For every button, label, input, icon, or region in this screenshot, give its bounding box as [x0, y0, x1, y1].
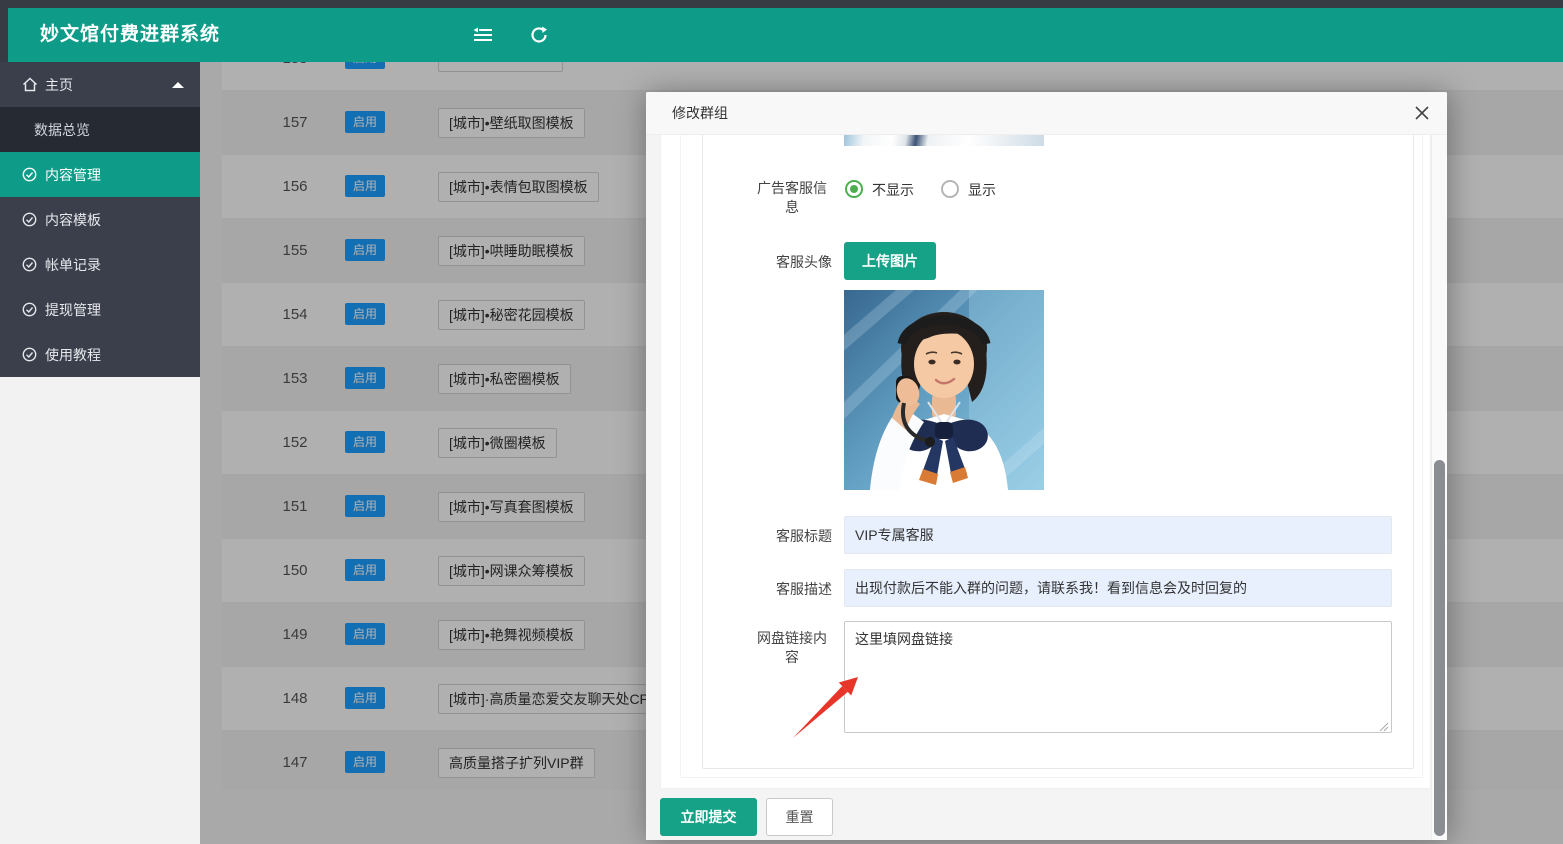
- modal-title-bar: 修改群组: [646, 92, 1447, 135]
- sidebar-item-label: 提现管理: [45, 300, 101, 320]
- home-icon: [22, 77, 38, 93]
- netdisk-label: 网盘链接内容: [752, 629, 832, 667]
- sidebar-item-withdrawal-management[interactable]: 提现管理: [0, 287, 200, 332]
- ad-service-label: 广告客服信息: [752, 179, 832, 217]
- window-left-frame: [0, 0, 8, 62]
- service-avatar-image: [844, 290, 1044, 490]
- service-desc-label: 客服描述: [752, 580, 832, 599]
- header-icons: [472, 25, 550, 45]
- sidebar-item-content-management[interactable]: 内容管理: [0, 152, 200, 197]
- sidebar-item-content-template[interactable]: 内容模板: [0, 197, 200, 242]
- previous-image-sliver: [844, 135, 1044, 146]
- circle-check-icon: [22, 167, 38, 183]
- reset-button[interactable]: 重置: [766, 798, 833, 836]
- circle-check-icon: [22, 347, 38, 363]
- upload-image-button[interactable]: 上传图片: [844, 242, 936, 280]
- service-desc-input[interactable]: [844, 569, 1392, 607]
- sidebar-item-data-overview[interactable]: 数据总览: [0, 107, 200, 152]
- sidebar: 主页数据总览内容管理内容模板帐单记录提现管理使用教程: [0, 62, 200, 377]
- modal-edit-group: 修改群组 广告客服信息 不显示 显示 客服头像 上传图片: [646, 92, 1447, 840]
- caret-up-icon: [172, 82, 184, 88]
- modal-scrollbar[interactable]: [1431, 135, 1447, 840]
- modal-scrollbar-thumb[interactable]: [1434, 460, 1445, 836]
- sidebar-item-home[interactable]: 主页: [0, 62, 200, 107]
- close-icon[interactable]: [1413, 104, 1431, 122]
- netdisk-textarea[interactable]: 这里填网盘链接: [844, 621, 1392, 733]
- sidebar-item-label: 使用教程: [45, 345, 101, 365]
- circle-check-icon: [22, 302, 38, 318]
- circle-check-icon: [22, 212, 38, 228]
- service-title-label: 客服标题: [752, 527, 832, 546]
- window-top-frame: [0, 0, 1563, 8]
- radio-hide[interactable]: [845, 180, 863, 198]
- modal-body: 广告客服信息 不显示 显示 客服头像 上传图片: [646, 135, 1447, 840]
- sidebar-item-bill-records[interactable]: 帐单记录: [0, 242, 200, 287]
- collapse-menu-icon[interactable]: [472, 25, 494, 45]
- radio-hide-label[interactable]: 不显示: [872, 181, 914, 199]
- sidebar-item-label: 数据总览: [34, 120, 90, 140]
- service-title-input[interactable]: [844, 516, 1392, 554]
- app-header: 妙文馆付费进群系统: [8, 8, 1563, 62]
- avatar-label: 客服头像: [752, 253, 832, 272]
- sidebar-item-label: 主页: [45, 75, 73, 95]
- modal-title: 修改群组: [672, 92, 728, 134]
- circle-check-icon: [22, 257, 38, 273]
- submit-button[interactable]: 立即提交: [660, 798, 757, 836]
- sidebar-item-label: 内容模板: [45, 210, 101, 230]
- refresh-icon[interactable]: [528, 25, 550, 45]
- radio-show-label[interactable]: 显示: [968, 181, 996, 199]
- radio-show[interactable]: [941, 180, 959, 198]
- app-title: 妙文馆付费进群系统: [40, 8, 220, 62]
- sidebar-item-label: 内容管理: [45, 165, 101, 185]
- sidebar-item-usage-tutorial[interactable]: 使用教程: [0, 332, 200, 377]
- sidebar-item-label: 帐单记录: [45, 255, 101, 275]
